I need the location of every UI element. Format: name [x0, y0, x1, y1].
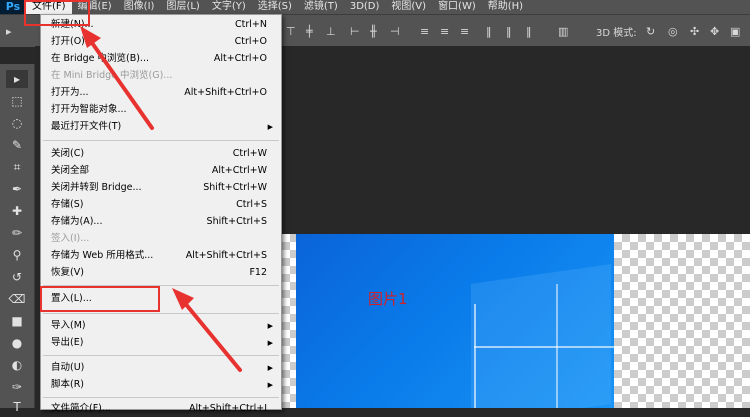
arrow-to-file-menu	[80, 26, 154, 130]
arrow-to-place-item	[172, 288, 242, 372]
annotation-arrows	[80, 26, 242, 372]
